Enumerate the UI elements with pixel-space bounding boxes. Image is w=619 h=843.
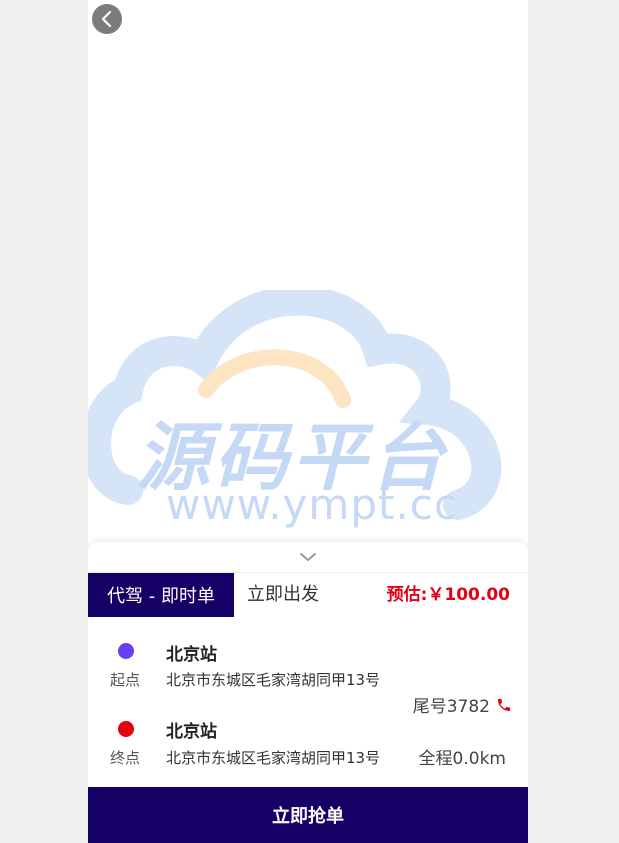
tail-number-text: 尾号3782	[412, 697, 490, 717]
grab-order-button[interactable]: 立即抢单	[88, 787, 528, 843]
app-screen: 源码平台 www.ympt.cc 代驾 - 即时单 立即出发 预估:￥100.0…	[88, 0, 528, 843]
distance: 全程0.0km	[418, 749, 506, 769]
end-label: 终点	[110, 749, 141, 767]
watermark: 源码平台 www.ympt.cc	[88, 290, 528, 530]
tail-number: 尾号3782	[413, 692, 512, 717]
order-panel: 代驾 - 即时单 立即出发 预估:￥100.00 北京站 起点 北京市东城区毛家…	[88, 542, 528, 843]
chevron-left-icon	[101, 10, 112, 28]
chevron-down-icon	[300, 553, 316, 561]
end-name: 北京站	[166, 722, 217, 742]
start-label: 起点	[110, 671, 141, 689]
phone-icon[interactable]	[496, 697, 512, 713]
start-address: 北京市东城区毛家湾胡同甲13号	[166, 671, 381, 689]
back-button[interactable]	[92, 4, 122, 34]
watermark-url: www.ympt.cc	[166, 480, 458, 529]
start-name: 北京站	[166, 645, 217, 665]
collapse-handle[interactable]	[298, 548, 318, 566]
estimate-price: 预估:￥100.00	[386, 585, 510, 605]
end-address: 北京市东城区毛家湾胡同甲13号	[166, 749, 381, 767]
start-dot	[118, 643, 134, 659]
end-dot	[118, 721, 134, 737]
order-type-tag: 代驾 - 即时单	[88, 573, 234, 617]
depart-time: 立即出发	[247, 584, 319, 605]
